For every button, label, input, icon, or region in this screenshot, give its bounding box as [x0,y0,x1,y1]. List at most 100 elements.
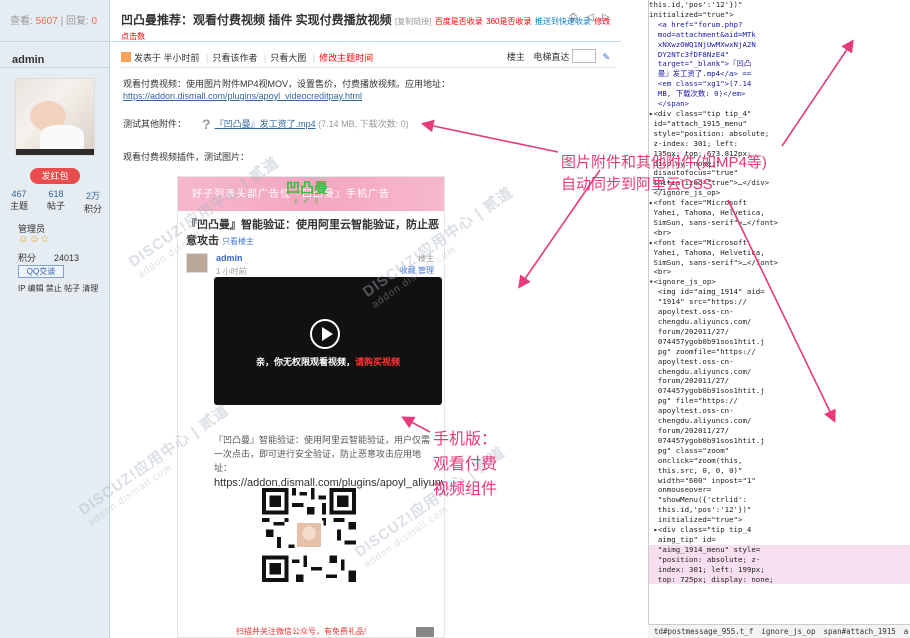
points-value: 24013 [54,253,80,263]
devtools-crumb[interactable]: span#attach_1915 [824,627,896,636]
devtools-code-line[interactable]: Yahei, Tahoma, Helvetica, [649,208,910,218]
devtools-code-line[interactable]: chengdu.aliyuncs.com/ [649,416,910,426]
devtools-code-line[interactable]: apoyltest.oss-cn- [649,307,910,317]
devtools-code-line[interactable]: ▸<div class="tip tip_4 [649,525,910,535]
qq-chat-button[interactable]: QQ交谈 [18,265,64,278]
devtools-code-line[interactable]: <img id="aimg_1914" aid= [649,287,910,297]
devtools-code-line[interactable]: index: 301; left: 199px; [649,564,910,575]
devtools-code-line[interactable]: <br> [649,267,910,277]
post-intro: 观看付费视频：使用图片附件MP4视MOV，设置售价，付费播放视频。应用地址： h… [123,79,451,101]
print-prev-next-icon[interactable]: ⎙ ◁ ▷ [569,12,613,23]
devtools-code-line[interactable]: pg" file="https:// [649,396,910,406]
devtools-crumb[interactable]: td#postmessage_955.t_f [654,627,753,636]
devtools-code-line[interactable]: initialized="true"> [649,515,910,525]
username[interactable]: admin [12,54,44,66]
devtools-code-line[interactable]: "aimg_1914_menu" style= [649,544,910,555]
devtools-code-line[interactable]: "1914" src="https:// [649,297,910,307]
devtools-code-line[interactable]: ▸<font face="Microsoft [649,198,910,208]
replies-count: 0 [91,16,98,27]
attachment-link[interactable]: 『凹凸曼』发工资了.mp4 [215,119,316,129]
devtools-code-line[interactable]: ▾<ignore_js_op> [649,277,910,287]
devtools-code-line[interactable]: xNXwzOWQ1NjUwMXwxNjA2N [649,40,910,50]
devtools-code-line[interactable]: <br> [649,228,910,238]
mobile-screenshot-image[interactable]: 好子列表头部广告位『凹凸曼』手机广告 凹凸曼 ♀ ♂ ♀ 『凹凸曼』智能验证：使… [177,176,445,638]
count-posts[interactable]: 618 帖子 [47,189,65,215]
click-count[interactable]: 点击数 [121,32,145,41]
devtools-code-line[interactable]: pg" zoomfile="https:// [649,347,910,357]
replies-label: 回复: [65,16,89,27]
devtools-code-line[interactable]: style="position: absolute; [649,129,910,139]
devtools-code-line[interactable]: 曼』发工资了.mp4</a> == [649,69,910,79]
views-count: 5607 [35,16,58,27]
devtools-code-line[interactable]: "showMenu({'ctrlid': [649,495,910,505]
devtools-code-line[interactable]: this.id,'pos':'12'})" [649,0,910,10]
devtools-elements-panel[interactable]: this.id,'pos':'12'})" initialized="true">… [648,0,910,638]
devtools-breadcrumb[interactable]: td#postmessage_955.t_f ignore_js_op span#a… [648,624,910,638]
devtools-code-line[interactable]: Yahei, Tahoma, Helvetica, [649,248,910,258]
devtools-code-line[interactable]: forum/202011/27/ [649,327,910,337]
devtools-code-line[interactable]: 074457ygob0b91sos1htit.j [649,337,910,347]
picture-label: 观看付费视频插件，测试图片： [123,152,250,162]
360-index-link[interactable]: 360是否收录 [486,17,531,26]
devtools-code-line[interactable]: pg" class="zoom" [649,446,910,456]
devtools-code-line[interactable]: this.src, 0, 0, 0)" [649,466,910,476]
logo-sub: ♀ ♂ ♀ [292,196,321,207]
devtools-code-line[interactable]: <a href="forum.php? [649,20,910,30]
thread-title: 凹凸曼推荐：观看付费视频 插件 实现付费播放视频 [121,13,392,27]
devtools-code-line[interactable]: MB, 下载次数: 0)</em> [649,89,910,99]
stats-separator: | [60,16,64,27]
goto-wrench-icon[interactable]: ✎ [602,52,610,62]
online-icon [121,52,131,62]
devtools-code-line[interactable]: onclick="zoom(this, [649,456,910,466]
goto-floor-input[interactable] [571,49,596,63]
devtools-code-line[interactable]: forum/202011/27/ [649,426,910,436]
big-image-link[interactable]: 只看大图 [270,53,306,63]
devtools-code-line[interactable]: forum/202011/27/ [649,376,910,386]
devtools-code-line[interactable]: 074457ygob0b91sos1htit.j [649,436,910,446]
copy-link[interactable]: [复制链接] [395,17,431,26]
devtools-code-line[interactable]: ▸<font face="Microsoft [649,238,910,248]
devtools-code-line[interactable]: 074457ygob0b91sos1htit.j [649,386,910,396]
qr-caption: 扫描并关注微信公众号，有免费礼品! [236,627,367,636]
devtools-code-line[interactable]: target="_blank">『凹凸 [649,59,910,69]
annotation-mobile: 手机版： 观看付费 视频组件 [433,431,498,498]
count-threads[interactable]: 467 主题 [10,189,28,215]
count-credits[interactable]: 2万 积分 [84,189,102,215]
devtools-crumb[interactable]: ignore_js_op [761,627,815,636]
devtools-code-line[interactable]: id="attach_1915_menu" [649,119,910,129]
devtools-code-line[interactable]: z-index: 301; left: [649,139,910,149]
rank-stars-icon: ☺☺☆ [18,234,51,245]
devtools-crumb[interactable]: a [904,627,909,636]
devtools-code-line[interactable]: aimg_tip" id= [649,535,910,545]
devtools-code-line[interactable]: SimSun, sans-serif">…</font> [649,258,910,268]
send-hongbao-button[interactable]: 发红包 [30,168,80,184]
play-icon [310,319,340,349]
avatar[interactable] [15,78,95,156]
devtools-code-line[interactable]: <em class="xg1">(7.14 [649,79,910,89]
baidu-index-link[interactable]: 百度是否收录 [435,17,483,26]
devtools-code-line[interactable]: chengdu.aliyuncs.com/ [649,317,910,327]
devtools-code-line[interactable]: width="600" inpost="1" [649,476,910,486]
devtools-code-line[interactable]: apoyltest.oss-cn- [649,357,910,367]
devtools-code-line[interactable]: onmouseover= [649,485,910,495]
devtools-code-line[interactable]: apoyltest.oss-cn- [649,406,910,416]
devtools-code-line[interactable]: chengdu.aliyuncs.com/ [649,367,910,377]
mobile-post-title: 『凹凸曼』智能验证：使用阿里云智能验证，防止恶意攻击 只看楼主 [186,219,439,247]
devtools-code-line[interactable]: top: 725px; display: none; [649,574,910,585]
author-only-link[interactable]: 只看该作者 [212,53,257,63]
devtools-code-line[interactable]: this.id,'pos':'12'})" [649,505,910,515]
thread-stats: 查看: 5607 | 回复: 0 [0,0,110,42]
admin-ops[interactable]: IP 编辑 禁止 帖子 清理 [18,283,98,294]
devtools-code-line[interactable]: "position: absolute; z- [649,554,910,565]
devtools-code-line[interactable]: SimSun, sans-serif">…</font> [649,218,910,228]
devtools-code-line[interactable]: </span> [649,99,910,109]
mobile-floor: 楼主 [418,254,434,263]
intro-url-link[interactable]: https://addon.dismall.com/plugins/apoyl_… [123,91,362,101]
views-label: 查看: [10,16,33,27]
devtools-code-line[interactable]: DY2NTc3fDF8NzE4" [649,50,910,60]
devtools-code-line[interactable]: initialized="true"> [649,10,910,20]
points-row: 积分 24013 [18,251,79,264]
devtools-code-line[interactable]: ▸<div class="tip tip_4" [649,109,910,119]
fix-time-link[interactable]: 修改主题时间 [319,53,373,63]
devtools-code-line[interactable]: mod=attachment&aid=MTk [649,30,910,40]
